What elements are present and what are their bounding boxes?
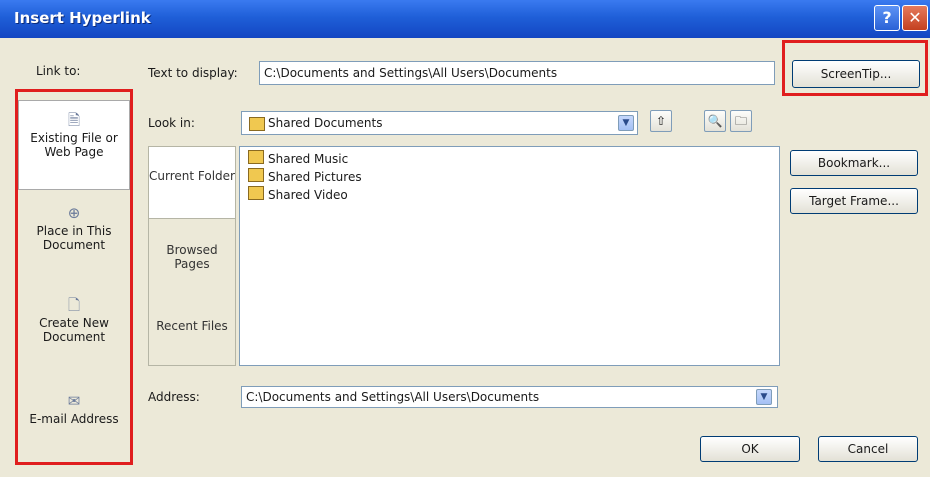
look-in-value: Shared Documents: [268, 116, 383, 130]
insert-hyperlink-dialog: Insert Hyperlink ? ✕ Link to: 🗎 Existing…: [0, 0, 930, 477]
address-value: C:\Documents and Settings\All Users\Docu…: [246, 390, 540, 404]
file-name: Shared Video: [268, 188, 348, 202]
look-in-dropdown[interactable]: Shared Documents ▼: [241, 111, 638, 135]
tab-current-folder[interactable]: Current Folder: [149, 147, 235, 219]
window-title: Insert Hyperlink: [14, 9, 151, 27]
folder-music-icon: [248, 150, 264, 164]
browse-file-button[interactable]: 🗀: [730, 110, 752, 132]
link-to-label: Link to:: [36, 64, 81, 78]
close-button[interactable]: ✕: [902, 5, 928, 31]
help-button[interactable]: ?: [874, 5, 900, 31]
file-name: Shared Music: [268, 152, 349, 166]
tab-browsed-pages[interactable]: Browsed Pages: [149, 231, 235, 287]
look-in-label: Look in:: [148, 116, 195, 130]
file-list[interactable]: Shared Music Shared Pictures Shared Vide…: [239, 146, 780, 366]
list-item[interactable]: Shared Music: [248, 150, 348, 166]
text-to-display-label: Text to display:: [148, 66, 238, 80]
address-label: Address:: [148, 390, 200, 404]
up-folder-icon: ⇧: [655, 114, 667, 128]
folder-pictures-icon: [248, 168, 264, 182]
title-bar: Insert Hyperlink ? ✕: [0, 0, 930, 38]
file-name: Shared Pictures: [268, 170, 362, 184]
folder-icon: [249, 117, 265, 131]
list-item[interactable]: Shared Video: [248, 186, 348, 202]
bookmark-button[interactable]: Bookmark...: [790, 150, 918, 176]
close-icon: ✕: [908, 8, 922, 27]
chevron-down-icon[interactable]: ▼: [756, 389, 772, 405]
target-frame-button[interactable]: Target Frame...: [790, 188, 918, 214]
tab-recent-files[interactable]: Recent Files: [149, 307, 235, 363]
folder-video-icon: [248, 186, 264, 200]
highlight-link-to: [15, 89, 133, 465]
list-item[interactable]: Shared Pictures: [248, 168, 362, 184]
browse-web-icon: 🔍: [707, 114, 723, 128]
highlight-screentip: [782, 40, 928, 96]
open-folder-icon: 🗀: [734, 114, 747, 128]
cancel-button[interactable]: Cancel: [818, 436, 918, 462]
chevron-down-icon[interactable]: ▼: [618, 115, 634, 131]
text-to-display-field[interactable]: C:\Documents and Settings\All Users\Docu…: [259, 61, 775, 85]
address-field[interactable]: C:\Documents and Settings\All Users\Docu…: [241, 386, 778, 408]
help-icon: ?: [882, 8, 892, 27]
places-bar: Current Folder Browsed Pages Recent File…: [148, 146, 236, 366]
ok-button[interactable]: OK: [700, 436, 800, 462]
browse-web-button[interactable]: 🔍: [704, 110, 726, 132]
up-one-folder-button[interactable]: ⇧: [650, 110, 672, 132]
